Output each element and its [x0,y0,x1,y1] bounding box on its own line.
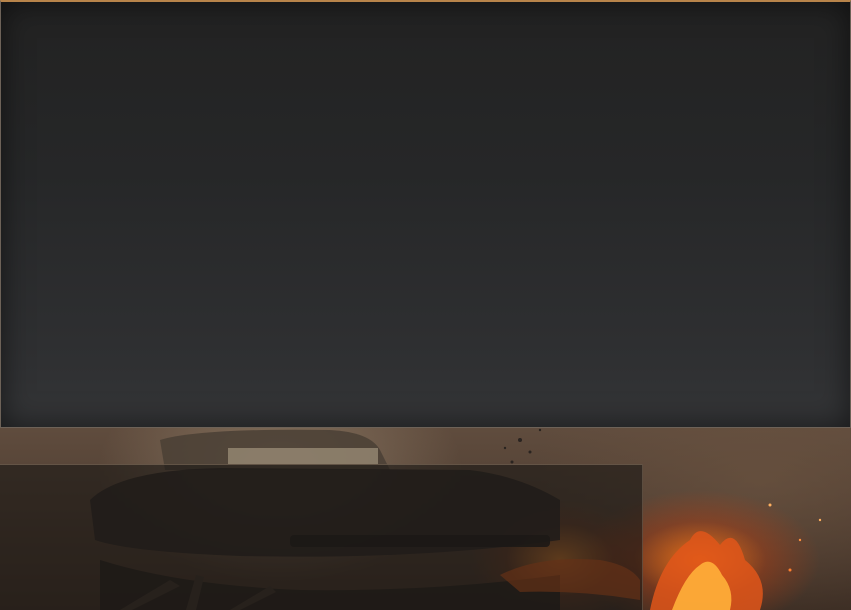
main-content-panel [0,0,851,428]
app-window [0,0,851,610]
bottom-info-panel [0,464,643,610]
